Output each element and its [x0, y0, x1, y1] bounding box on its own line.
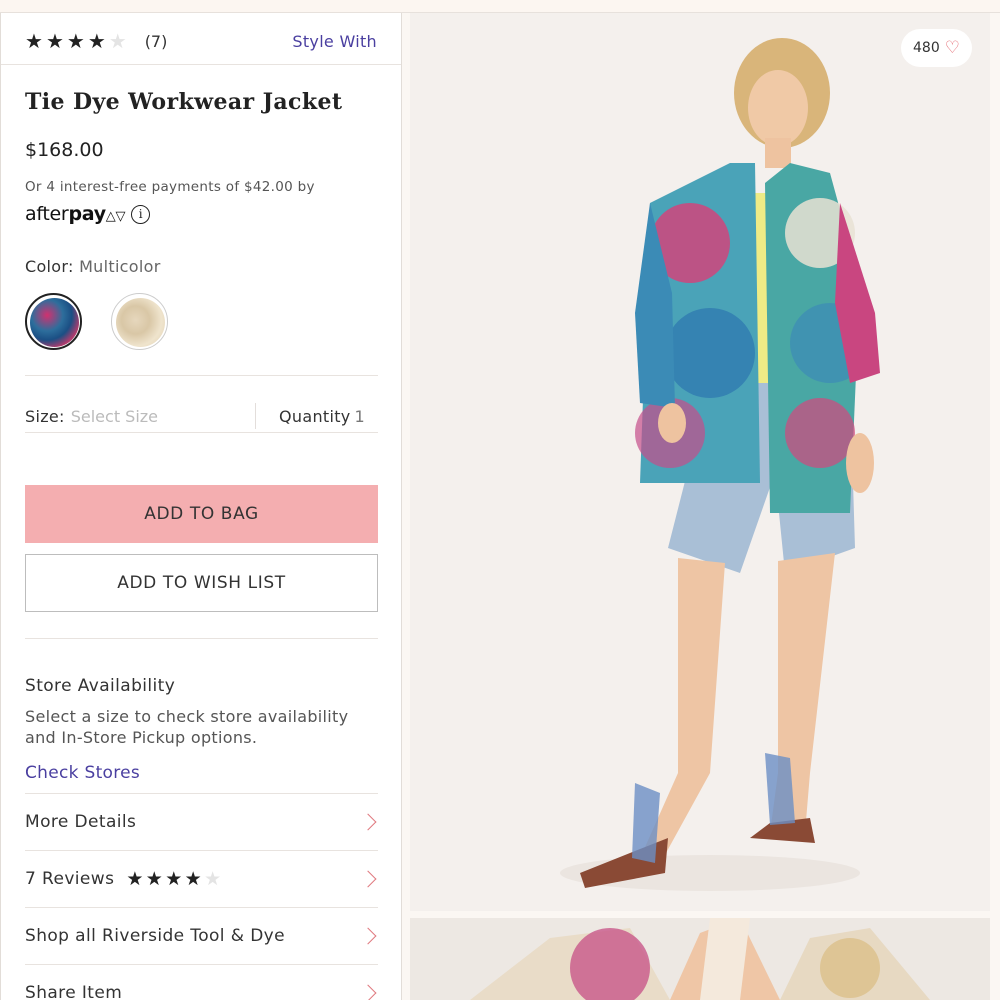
- store-availability-description: Select a size to check store availabilit…: [25, 707, 349, 747]
- review-count[interactable]: (7): [145, 32, 168, 51]
- like-count: 480: [913, 40, 940, 56]
- store-availability-title: Store Availability: [25, 676, 176, 696]
- product-photo-secondary[interactable]: [410, 918, 990, 1000]
- product-price: $168.00: [25, 139, 104, 161]
- afterpay-row: afterpay△▽ i: [25, 203, 151, 225]
- top-bar: [0, 0, 1000, 13]
- more-details-row[interactable]: More Details: [25, 794, 378, 850]
- product-title: Tie Dye Workwear Jacket: [25, 89, 343, 115]
- divider: [25, 638, 378, 639]
- divider: [25, 432, 378, 433]
- star-filled-icon: ★: [126, 868, 144, 890]
- shop-all-brand-row[interactable]: Shop all Riverside Tool & Dye: [25, 908, 378, 964]
- afterpay-installments-text: Or 4 interest-free payments of $42.00 by: [25, 179, 315, 195]
- model-illustration: [560, 38, 880, 891]
- shop-all-brand-label: Shop all Riverside Tool & Dye: [25, 926, 286, 946]
- star-filled-icon: ★: [25, 29, 43, 53]
- size-quantity-row: Size: Select Size Quantity 1: [25, 403, 377, 429]
- size-select[interactable]: Select Size: [71, 407, 158, 426]
- style-with-link[interactable]: Style With: [292, 32, 377, 51]
- star-filled-icon: ★: [184, 868, 203, 890]
- star-empty-icon: ★: [108, 29, 127, 53]
- product-photo-main[interactable]: 480 ♡: [410, 13, 990, 911]
- jacket-detail-illustration: [470, 918, 930, 1000]
- color-swatch-multicolor[interactable]: [25, 293, 82, 350]
- size-label: Size:: [25, 407, 65, 426]
- afterpay-logo: afterpay△▽: [25, 203, 126, 225]
- product-info-panel: ★ ★ ★ ★ ★ (7) Style With Tie Dye Workwea…: [0, 13, 402, 1000]
- add-to-bag-button[interactable]: ADD TO BAG: [25, 485, 378, 543]
- share-item-label: Share Item: [25, 983, 123, 1000]
- divider: [255, 403, 256, 429]
- color-label: Color: Multicolor: [25, 257, 161, 276]
- star-filled-icon: ★: [165, 868, 183, 890]
- quantity-value: 1: [354, 407, 366, 426]
- chevron-right-icon: [359, 984, 377, 1000]
- color-value: Multicolor: [79, 257, 161, 276]
- share-item-row[interactable]: Share Item: [25, 965, 378, 1000]
- add-to-wish-list-button[interactable]: ADD TO WISH LIST: [25, 554, 378, 612]
- rating-stars[interactable]: ★ ★ ★ ★ ★: [25, 31, 127, 51]
- chevron-right-icon: [359, 813, 377, 831]
- divider: [1, 64, 401, 65]
- reviews-stars: ★ ★ ★ ★ ★: [126, 868, 221, 890]
- quantity-selector[interactable]: Quantity 1: [279, 407, 365, 426]
- divider: [25, 375, 378, 376]
- star-filled-icon: ★: [66, 29, 85, 53]
- star-filled-icon: ★: [145, 868, 164, 890]
- like-button[interactable]: 480 ♡: [901, 29, 972, 67]
- chevron-right-icon: [359, 870, 377, 888]
- color-swatch-neutral[interactable]: [111, 293, 168, 350]
- reviews-row[interactable]: 7 Reviews ★ ★ ★ ★ ★: [25, 851, 378, 907]
- star-filled-icon: ★: [87, 29, 106, 53]
- info-icon[interactable]: i: [131, 204, 151, 224]
- star-filled-icon: ★: [45, 29, 64, 53]
- rating-row: ★ ★ ★ ★ ★ (7) Style With: [25, 27, 377, 55]
- heart-icon: ♡: [944, 38, 960, 58]
- star-empty-icon: ★: [204, 868, 222, 890]
- chevron-right-icon: [359, 927, 377, 945]
- check-stores-link[interactable]: Check Stores: [25, 763, 140, 783]
- more-details-label: More Details: [25, 812, 137, 832]
- reviews-label: 7 Reviews: [25, 869, 115, 889]
